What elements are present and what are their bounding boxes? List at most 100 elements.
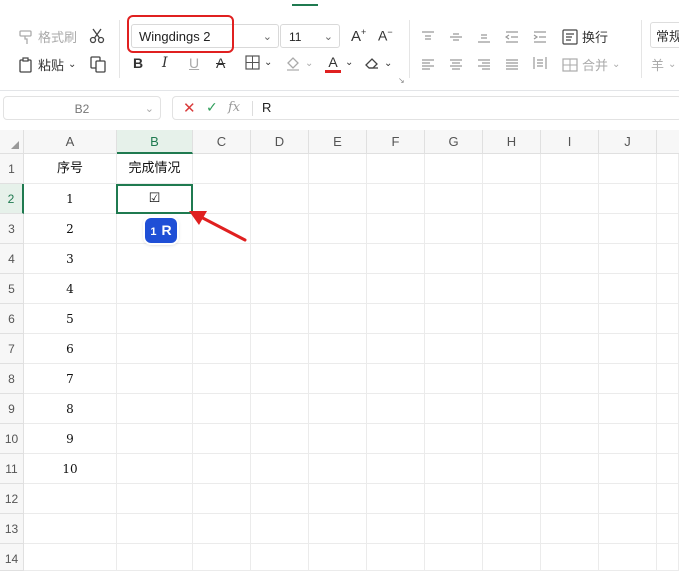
paste-button[interactable]: 粘贴 ⌄ xyxy=(18,55,76,74)
grid-cell[interactable] xyxy=(657,304,679,334)
grid-cell[interactable] xyxy=(251,274,309,304)
grid-cell[interactable] xyxy=(117,244,193,274)
row-header-4[interactable]: 4 xyxy=(0,244,24,274)
grid-cell[interactable] xyxy=(309,274,367,304)
number-format-select[interactable]: 常规 xyxy=(650,22,679,48)
grid-cell[interactable] xyxy=(425,214,483,244)
grid-cell[interactable] xyxy=(193,424,251,454)
grid-cell[interactable] xyxy=(309,394,367,424)
row-header-14[interactable]: 14 xyxy=(0,544,24,571)
grid-cell[interactable] xyxy=(367,394,425,424)
grid-cell[interactable] xyxy=(367,244,425,274)
grid-cell[interactable] xyxy=(309,364,367,394)
row-header-6[interactable]: 6 xyxy=(0,304,24,334)
grid-cell[interactable] xyxy=(483,184,541,214)
grid-cell[interactable] xyxy=(309,484,367,514)
borders-button[interactable]: ⌄ xyxy=(245,55,272,70)
grid-cell[interactable] xyxy=(541,214,599,244)
font-size-select[interactable]: 11 ⌄ xyxy=(280,24,340,48)
grid-cell[interactable] xyxy=(117,304,193,334)
decrease-indent-icon[interactable] xyxy=(504,30,519,48)
grid-cell[interactable] xyxy=(367,154,425,184)
grid-cell[interactable] xyxy=(367,274,425,304)
grid-cell[interactable] xyxy=(193,364,251,394)
grid-cell[interactable] xyxy=(425,334,483,364)
grid-cell[interactable] xyxy=(117,394,193,424)
row-header-5[interactable]: 5 xyxy=(0,274,24,304)
grid-cell[interactable] xyxy=(657,334,679,364)
grid-cell[interactable] xyxy=(657,514,679,544)
grid-cell[interactable] xyxy=(309,334,367,364)
grid-cell[interactable] xyxy=(483,394,541,424)
grid-cell[interactable] xyxy=(657,154,679,184)
align-top-icon[interactable] xyxy=(421,30,435,48)
grid-cell[interactable] xyxy=(599,544,657,571)
column-header-j[interactable]: J xyxy=(599,130,657,154)
grid-cell[interactable] xyxy=(483,514,541,544)
grid-cell[interactable] xyxy=(309,304,367,334)
cell-b1[interactable]: 完成情况 xyxy=(117,154,193,184)
row-header-7[interactable]: 7 xyxy=(0,334,24,364)
grid-cell[interactable] xyxy=(599,154,657,184)
grid-cell[interactable] xyxy=(599,334,657,364)
merge-button[interactable]: 合并 ⌄ xyxy=(562,55,620,74)
grid-cell[interactable] xyxy=(599,484,657,514)
row-header-1[interactable]: 1 xyxy=(0,154,24,184)
grid-cell[interactable] xyxy=(541,454,599,484)
copy-button[interactable] xyxy=(89,55,107,73)
currency-button[interactable]: 羊 ⌄ xyxy=(651,55,676,74)
grid-cell[interactable] xyxy=(309,154,367,184)
bold-button[interactable]: B xyxy=(133,55,143,71)
grid-cell[interactable] xyxy=(599,244,657,274)
cell-a1[interactable]: 序号 xyxy=(24,154,117,184)
decrease-font-button[interactable]: A− xyxy=(378,27,393,44)
grid-cell[interactable] xyxy=(425,394,483,424)
grid-cell[interactable] xyxy=(541,484,599,514)
grid-cell[interactable] xyxy=(367,544,425,571)
row-header-2[interactable]: 2 xyxy=(0,184,24,214)
grid-cell[interactable] xyxy=(251,544,309,571)
input-suggestion-badge[interactable]: 1 R xyxy=(145,218,177,243)
align-middle-icon[interactable] xyxy=(449,30,463,48)
grid-cell[interactable] xyxy=(309,214,367,244)
grid-cell[interactable] xyxy=(251,244,309,274)
column-header-d[interactable]: D xyxy=(251,130,309,154)
grid-cell[interactable] xyxy=(425,184,483,214)
grid-cell[interactable] xyxy=(483,334,541,364)
grid-cell[interactable] xyxy=(541,514,599,544)
grid-cell[interactable] xyxy=(193,154,251,184)
align-right-icon[interactable] xyxy=(477,58,491,76)
row-header-8[interactable]: 8 xyxy=(0,364,24,394)
grid-cell[interactable] xyxy=(483,304,541,334)
cell-a2[interactable]: 1 xyxy=(24,184,117,214)
grid-cell[interactable] xyxy=(117,454,193,484)
grid-cell[interactable] xyxy=(117,514,193,544)
grid-cell[interactable] xyxy=(425,364,483,394)
grid-cell[interactable] xyxy=(657,394,679,424)
cell-a5[interactable]: 4 xyxy=(24,274,117,304)
cell-a6[interactable]: 5 xyxy=(24,304,117,334)
cell-a3[interactable]: 2 xyxy=(24,214,117,244)
row-header-12[interactable]: 12 xyxy=(0,484,24,514)
row-header-11[interactable]: 11 xyxy=(0,454,24,484)
name-box[interactable]: B2 ⌄ xyxy=(3,96,161,120)
dialog-launcher-icon[interactable]: ↘ xyxy=(398,76,405,85)
grid-cell[interactable] xyxy=(599,454,657,484)
grid-cell[interactable] xyxy=(541,184,599,214)
grid-cell[interactable] xyxy=(425,304,483,334)
grid-cell[interactable] xyxy=(599,214,657,244)
grid-cell[interactable] xyxy=(599,274,657,304)
grid-cell[interactable] xyxy=(251,214,309,244)
grid-cell[interactable] xyxy=(24,544,117,571)
column-header-b[interactable]: B xyxy=(117,130,193,154)
grid-cell[interactable] xyxy=(117,544,193,571)
row-header-13[interactable]: 13 xyxy=(0,514,24,544)
grid-cell[interactable] xyxy=(193,514,251,544)
grid-cell[interactable] xyxy=(251,514,309,544)
grid-cell[interactable] xyxy=(24,514,117,544)
grid-cell[interactable] xyxy=(193,454,251,484)
grid-cell[interactable] xyxy=(599,394,657,424)
grid-cell[interactable] xyxy=(251,484,309,514)
italic-button[interactable]: I xyxy=(162,55,168,71)
grid-cell[interactable] xyxy=(367,424,425,454)
